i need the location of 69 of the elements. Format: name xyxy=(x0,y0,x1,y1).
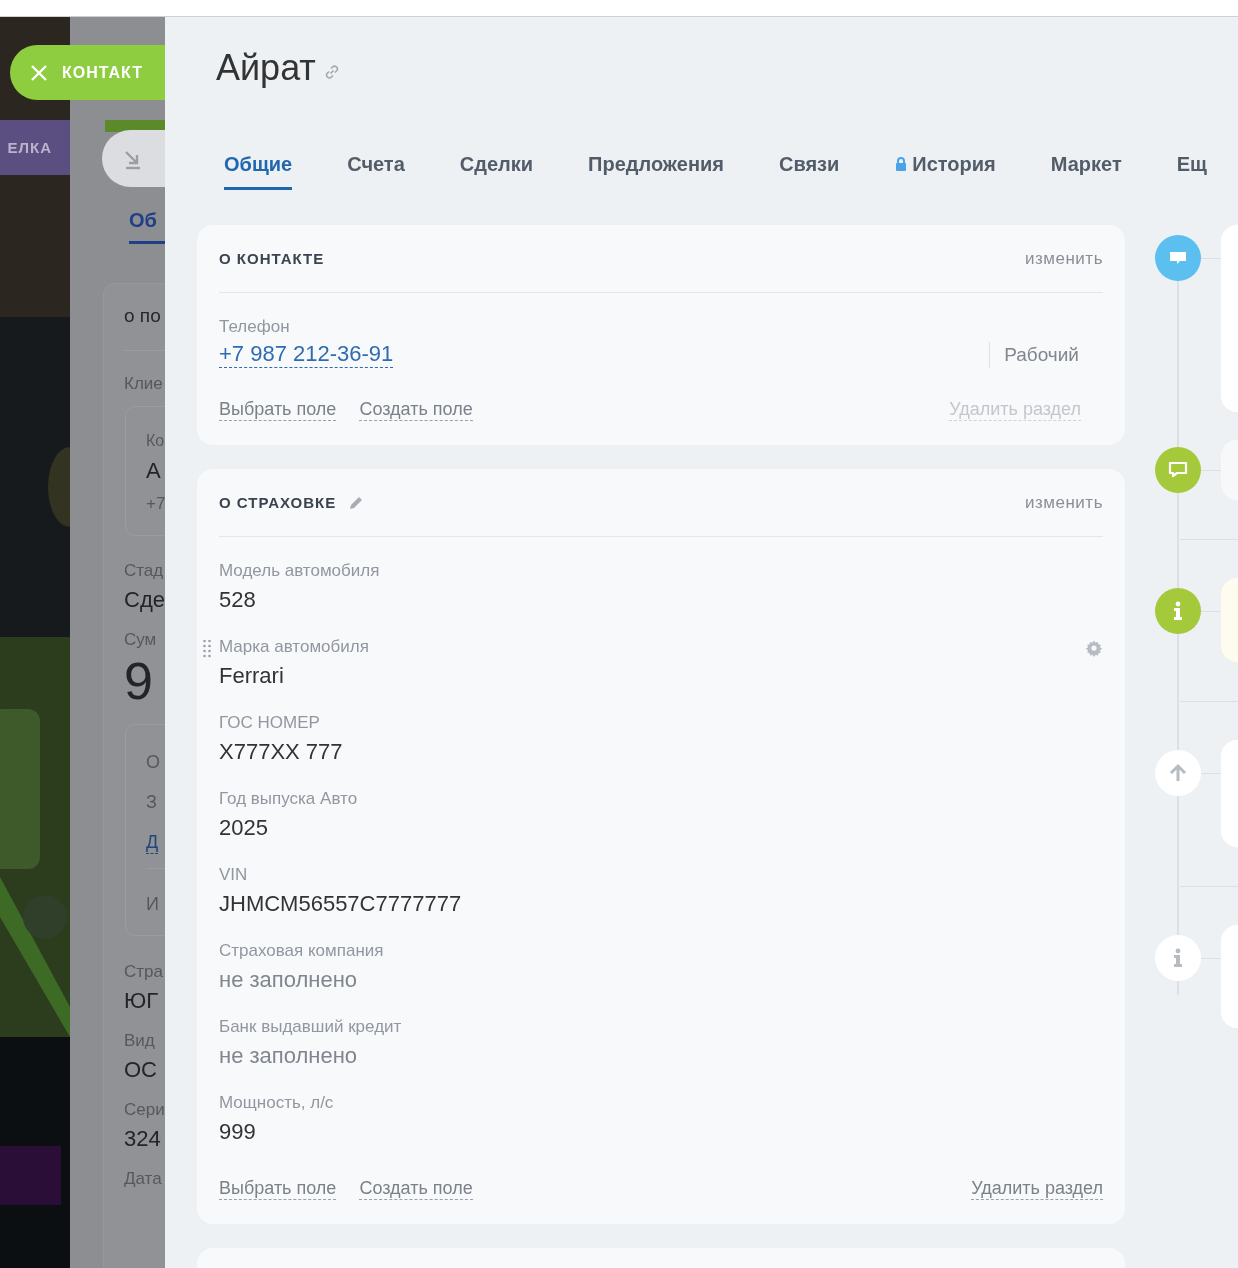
info-icon xyxy=(1155,588,1201,634)
field-label: Сум xyxy=(124,630,158,650)
field-label: Сери xyxy=(124,1100,165,1120)
tab[interactable]: Сделки xyxy=(459,150,534,190)
status-bar xyxy=(105,120,165,132)
row-label: З xyxy=(146,791,158,813)
section-title: О КОНТАКТЕ xyxy=(219,250,325,267)
minimize-button[interactable] xyxy=(102,130,165,187)
section-title: о по xyxy=(124,304,162,328)
field-value: не заполнено xyxy=(219,1042,359,1070)
create-field-link[interactable]: Создать поле xyxy=(359,1177,473,1200)
info-icon xyxy=(1155,935,1201,981)
field-label: Мощность, л/с xyxy=(219,1093,334,1113)
field-value: 999 xyxy=(219,1118,257,1146)
drag-handle-icon[interactable] xyxy=(202,640,212,658)
field-label: Год выпуска Авто xyxy=(219,789,358,809)
field-label: ГОС НОМЕР xyxy=(219,713,320,733)
field-value: JHMCM56557C7777777 xyxy=(219,890,463,918)
field-label: Страховая компания xyxy=(219,941,384,961)
contact-name: Айрат xyxy=(216,46,316,90)
field-label: Банк выдавший кредит xyxy=(219,1017,402,1037)
total-label: И xyxy=(146,893,160,915)
field-label: Дата xyxy=(124,1169,163,1189)
edit-link[interactable]: изменить xyxy=(1025,248,1103,269)
field-label: Ко xyxy=(146,431,165,451)
field-value: 528 xyxy=(219,586,257,614)
field-label: Стад xyxy=(124,561,165,581)
client-name: А xyxy=(146,457,162,485)
tab[interactable]: Связи xyxy=(778,150,840,190)
tab[interactable]: Счета xyxy=(347,150,405,190)
field-label: Телефон xyxy=(219,317,290,337)
close-icon xyxy=(30,63,48,82)
field-value: ОС xyxy=(124,1056,158,1084)
field-label: Вид xyxy=(124,1031,156,1051)
field-label: Марка автомобиля xyxy=(219,637,369,657)
settings-icon[interactable] xyxy=(1085,639,1103,657)
phone-link[interactable]: +7 987 212-36-91 xyxy=(219,341,394,368)
field-label: Клие xyxy=(124,374,164,394)
edit-link[interactable]: изменить xyxy=(1025,492,1103,513)
chat-icon xyxy=(1155,447,1201,493)
tab[interactable]: Ещ xyxy=(1176,150,1207,190)
tab[interactable]: Маркет xyxy=(1050,150,1122,190)
tab[interactable]: Предложения xyxy=(588,150,724,190)
delete-section-link[interactable]: Удалить раздел xyxy=(971,1177,1103,1200)
tab[interactable]: История xyxy=(894,150,996,190)
row-label: О xyxy=(146,751,161,773)
phone-type: Рабочий xyxy=(989,341,1103,368)
choose-field-link[interactable]: Выбрать поле xyxy=(219,398,337,421)
arrow-up-icon xyxy=(1155,750,1201,796)
field-value: 324 xyxy=(124,1125,162,1153)
choose-field-link[interactable]: Выбрать поле xyxy=(219,1177,337,1200)
field-label: Модель автомобиля xyxy=(219,561,380,581)
field-value: Ferrari xyxy=(219,662,285,690)
client-phone: +7 xyxy=(146,493,165,515)
sum-value: 9 xyxy=(124,652,154,710)
link-icon[interactable] xyxy=(323,64,340,80)
field-value: Х777ХХ 777 xyxy=(219,738,344,766)
field-value: 2025 xyxy=(219,814,269,842)
field-label: Стра xyxy=(124,962,164,982)
field-value: не заполнено xyxy=(219,966,359,994)
section-title: О СТРАХОВКЕ xyxy=(219,494,337,511)
tab[interactable]: Общие xyxy=(224,150,293,190)
field-value: ЮГ xyxy=(124,987,160,1015)
pencil-icon[interactable] xyxy=(348,494,365,511)
field-label: VIN xyxy=(219,865,248,885)
comment-icon xyxy=(1155,235,1201,281)
create-field-link[interactable]: Создать поле xyxy=(359,398,473,421)
lock-icon xyxy=(894,156,909,172)
field-value: Сде xyxy=(124,586,165,614)
